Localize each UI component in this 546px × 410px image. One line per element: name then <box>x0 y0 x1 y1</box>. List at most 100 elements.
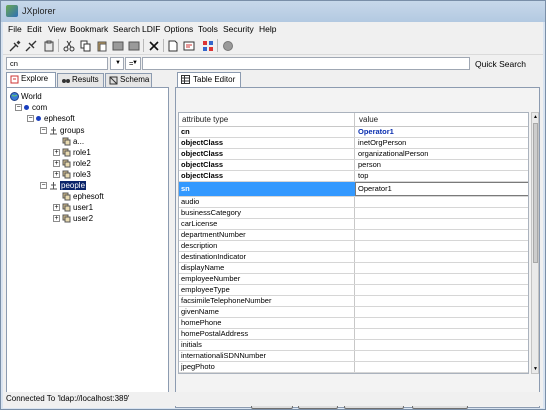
expand-icon[interactable]: + <box>53 204 60 212</box>
tab-schema[interactable]: Schema <box>105 73 152 87</box>
table-row[interactable]: givenName <box>179 307 528 318</box>
attribute-type-cell[interactable]: initials <box>181 340 202 350</box>
scroll-down-icon[interactable]: ▼ <box>532 366 539 372</box>
menu-view[interactable]: View <box>48 24 66 34</box>
attribute-type-cell[interactable]: objectClass <box>181 138 223 148</box>
expand-icon[interactable]: + <box>53 215 60 223</box>
attribute-type-cell[interactable]: jpegPhoto <box>181 362 215 372</box>
scroll-up-icon[interactable]: ▲ <box>532 114 539 120</box>
scrollbar-thumb[interactable] <box>533 123 538 263</box>
paste-icon[interactable] <box>94 38 109 53</box>
column-header-value[interactable]: value <box>359 115 378 124</box>
collapse-icon[interactable]: − <box>40 127 47 135</box>
table-row[interactable]: carLicense <box>179 219 528 230</box>
attribute-type-cell[interactable]: employeeNumber <box>181 274 240 284</box>
menu-file[interactable]: File <box>8 24 22 34</box>
tree-node-user1[interactable]: + user1 <box>53 202 93 213</box>
tab-results[interactable]: Results <box>57 73 104 87</box>
collapse-icon[interactable]: − <box>15 104 22 112</box>
search-value-input[interactable] <box>142 57 470 70</box>
tree-node-person-ephesoft[interactable]: ephesoft <box>62 191 104 202</box>
attribute-type-cell[interactable]: givenName <box>181 307 219 317</box>
expand-icon[interactable]: + <box>53 171 60 179</box>
table-row[interactable]: objectClass person <box>179 160 528 171</box>
search-attribute-dropdown[interactable]: ▼ <box>110 57 124 70</box>
search-attribute-field[interactable]: cn <box>6 57 108 70</box>
new-entry-icon[interactable] <box>165 38 180 53</box>
attribute-type-cell[interactable]: businessCategory <box>181 208 241 218</box>
value-cell[interactable]: person <box>358 160 381 170</box>
refresh-icon[interactable] <box>200 38 215 53</box>
table-row[interactable]: jpegPhoto <box>179 362 528 373</box>
attribute-type-cell[interactable]: destinationIndicator <box>181 252 246 262</box>
attribute-type-cell[interactable]: objectClass <box>181 160 223 170</box>
cut-icon[interactable] <box>61 38 76 53</box>
search-operator-dropdown[interactable]: = ▼ <box>125 57 141 70</box>
table-row[interactable]: employeeType <box>179 285 528 296</box>
menu-security[interactable]: Security <box>223 24 254 34</box>
table-row[interactable]: objectClass top <box>179 171 528 182</box>
table-row[interactable]: departmentNumber <box>179 230 528 241</box>
menu-ldif[interactable]: LDIF <box>142 24 160 34</box>
attribute-type-cell[interactable]: internationaliSDNNumber <box>181 351 266 361</box>
connect-icon[interactable] <box>7 38 22 53</box>
stop-icon[interactable] <box>220 38 235 53</box>
value-cell[interactable]: Operator1 <box>358 127 394 137</box>
attribute-type-cell[interactable]: homePhone <box>181 318 221 328</box>
attribute-type-cell[interactable]: objectClass <box>181 149 223 159</box>
table-row[interactable]: displayName <box>179 263 528 274</box>
attribute-type-cell[interactable]: employeeType <box>181 285 230 295</box>
value-cell[interactable]: organizationalPerson <box>358 149 428 159</box>
attribute-type-cell[interactable]: homePostalAddress <box>181 329 248 339</box>
value-cell[interactable]: inetOrgPerson <box>358 138 406 148</box>
menu-bookmark[interactable]: Bookmark <box>70 24 108 34</box>
tree-node-user2[interactable]: + user2 <box>53 213 93 224</box>
value-edit-field[interactable]: Operator1 <box>355 182 528 196</box>
table-row[interactable]: objectClass inetOrgPerson <box>179 138 528 149</box>
menu-options[interactable]: Options <box>164 24 193 34</box>
rename-icon[interactable] <box>181 38 196 53</box>
tree-node-world[interactable]: World <box>10 91 42 102</box>
copy-dn-icon[interactable] <box>110 38 125 53</box>
table-row[interactable]: audio <box>179 197 528 208</box>
tree-node-ephesoft[interactable]: − ephesoft <box>27 113 75 124</box>
table-row[interactable]: cn Operator1 <box>179 127 528 138</box>
tree-node-role2[interactable]: + role2 <box>53 158 91 169</box>
table-row[interactable] <box>179 373 529 374</box>
disconnect-icon[interactable] <box>23 38 38 53</box>
tree-node-groups[interactable]: − groups <box>40 125 84 136</box>
collapse-icon[interactable]: − <box>27 115 34 123</box>
table-row[interactable]: objectClass organizationalPerson <box>179 149 528 160</box>
tab-explore[interactable]: Explore <box>6 72 56 87</box>
table-row[interactable]: facsimileTelephoneNumber <box>179 296 528 307</box>
menu-search[interactable]: Search <box>113 24 140 34</box>
table-row[interactable]: homePostalAddress <box>179 329 528 340</box>
attribute-type-cell[interactable]: audio <box>181 197 199 207</box>
table-row[interactable]: internationaliSDNNumber <box>179 351 528 362</box>
table-row[interactable]: employeeNumber <box>179 274 528 285</box>
attribute-type-cell[interactable]: objectClass <box>181 171 223 181</box>
expand-icon[interactable]: + <box>53 149 60 157</box>
value-cell[interactable]: top <box>358 171 368 181</box>
title-bar[interactable]: JXplorer <box>1 1 545 22</box>
tree-node-role1[interactable]: + role1 <box>53 147 91 158</box>
table-row[interactable]: homePhone <box>179 318 528 329</box>
table-row[interactable]: description <box>179 241 528 252</box>
collapse-icon[interactable]: − <box>40 182 47 190</box>
delete-icon[interactable] <box>146 38 161 53</box>
vertical-scrollbar[interactable]: ▲ ▼ <box>531 112 539 374</box>
tree-node-role3[interactable]: + role3 <box>53 169 91 180</box>
copy-icon[interactable] <box>78 38 93 53</box>
expand-icon[interactable]: + <box>53 160 60 168</box>
tree-node-com[interactable]: − com <box>15 102 47 113</box>
attribute-type-cell[interactable]: departmentNumber <box>181 230 246 240</box>
attribute-type-cell[interactable]: facsimileTelephoneNumber <box>181 296 271 306</box>
menu-help[interactable]: Help <box>259 24 276 34</box>
attribute-type-cell[interactable]: cn <box>181 127 190 137</box>
quick-search-button[interactable]: Quick Search <box>475 59 526 69</box>
column-header-attribute[interactable]: attribute type <box>182 115 228 124</box>
attribute-type-cell[interactable]: displayName <box>181 263 224 273</box>
paste-disabled-icon[interactable] <box>126 38 141 53</box>
attribute-type-cell[interactable]: sn <box>181 182 190 196</box>
tab-table-editor[interactable]: Table Editor <box>177 72 241 87</box>
